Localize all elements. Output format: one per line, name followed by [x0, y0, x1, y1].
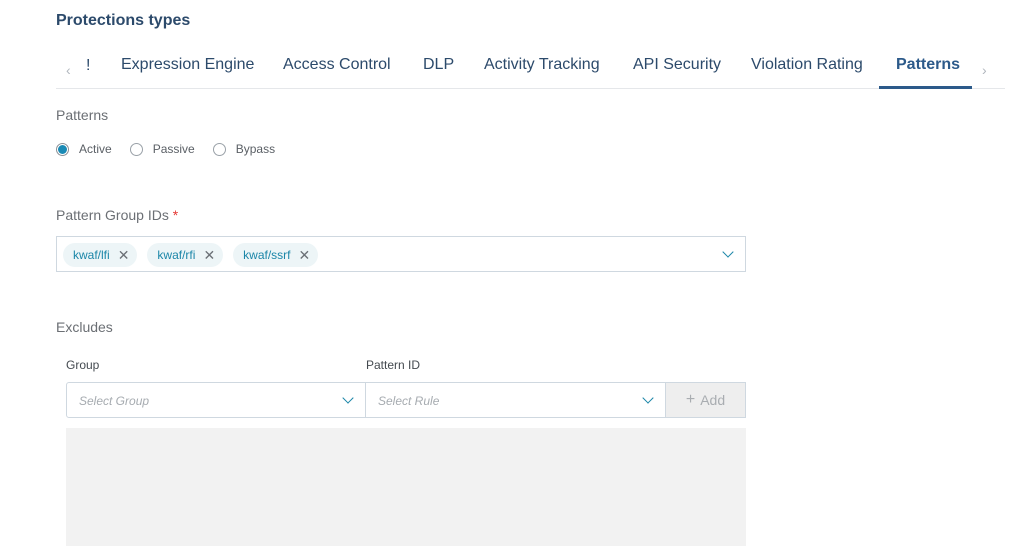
tab-api-security[interactable]: API Security	[633, 56, 721, 74]
group-field-label: Group	[66, 358, 100, 372]
radio-label: Active	[79, 142, 112, 156]
chevron-down-icon[interactable]	[722, 246, 734, 258]
chip-kwaf-ssrf: kwaf/ssrf ✕	[233, 243, 319, 267]
add-exclude-button[interactable]: + Add	[665, 382, 746, 418]
tab-patterns[interactable]: Patterns	[896, 56, 960, 74]
pattern-id-select[interactable]: Select Rule	[365, 382, 666, 418]
chip-label: kwaf/rfi	[157, 248, 196, 262]
excludes-section-label: Excludes	[56, 319, 113, 335]
required-indicator: *	[172, 207, 179, 223]
tab-access-control[interactable]: Access Control	[283, 56, 391, 74]
tab-expression-engine[interactable]: Expression Engine	[121, 56, 254, 74]
tabs-scroll-left-icon[interactable]: ‹	[66, 62, 71, 78]
patterns-mode-radio-group: Active Passive Bypass	[56, 142, 293, 156]
chip-label: kwaf/lfi	[73, 248, 110, 262]
pattern-id-select-placeholder: Select Rule	[378, 394, 440, 408]
close-icon[interactable]: ✕	[203, 248, 215, 262]
plus-icon: +	[685, 391, 696, 408]
pattern-group-ids-label: Pattern Group IDs *	[56, 207, 178, 223]
tab-violation-rating[interactable]: Violation Rating	[751, 56, 863, 74]
close-icon[interactable]: ✕	[299, 248, 311, 262]
pattern-group-ids-multiselect[interactable]: kwaf/lfi ✕ kwaf/rfi ✕ kwaf/ssrf ✕	[56, 236, 746, 272]
radio-active[interactable]: Active	[56, 142, 112, 156]
active-tab-indicator	[879, 86, 972, 89]
patterns-section-label: Patterns	[56, 107, 109, 123]
radio-bypass[interactable]: Bypass	[212, 142, 276, 156]
selected-chips: kwaf/lfi ✕ kwaf/rfi ✕ kwaf/ssrf ✕	[63, 243, 328, 267]
tabs-scroll-right-icon[interactable]: ›	[982, 62, 987, 78]
excludes-list	[66, 428, 746, 546]
group-select-placeholder: Select Group	[79, 394, 150, 408]
tab-activity-tracking[interactable]: Activity Tracking	[484, 56, 600, 74]
chip-kwaf-rfi: kwaf/rfi ✕	[147, 243, 224, 267]
add-button-label: Add	[700, 392, 726, 408]
radio-unchecked-icon[interactable]	[212, 142, 226, 156]
radio-unchecked-icon[interactable]	[129, 142, 143, 156]
tab-dlp[interactable]: DLP	[423, 56, 454, 74]
pattern-group-ids-label-text: Pattern Group IDs	[56, 207, 169, 223]
radio-label: Bypass	[235, 142, 276, 156]
chevron-down-icon[interactable]	[342, 392, 354, 404]
tab-partial-hidden[interactable]: !	[86, 59, 90, 71]
radio-label: Passive	[152, 142, 195, 156]
protection-types-tabs: ‹ ! Expression Engine Access Control DLP…	[56, 50, 1005, 89]
close-icon[interactable]: ✕	[118, 248, 130, 262]
chip-label: kwaf/ssrf	[243, 248, 291, 262]
group-select[interactable]: Select Group	[66, 382, 366, 418]
page-title: Protections types	[56, 12, 191, 29]
chevron-down-icon[interactable]	[642, 392, 654, 404]
pattern-id-field-label: Pattern ID	[366, 358, 421, 372]
radio-passive[interactable]: Passive	[129, 142, 195, 156]
radio-checked-icon[interactable]	[56, 142, 69, 156]
chip-kwaf-lfi: kwaf/lfi ✕	[63, 243, 138, 267]
